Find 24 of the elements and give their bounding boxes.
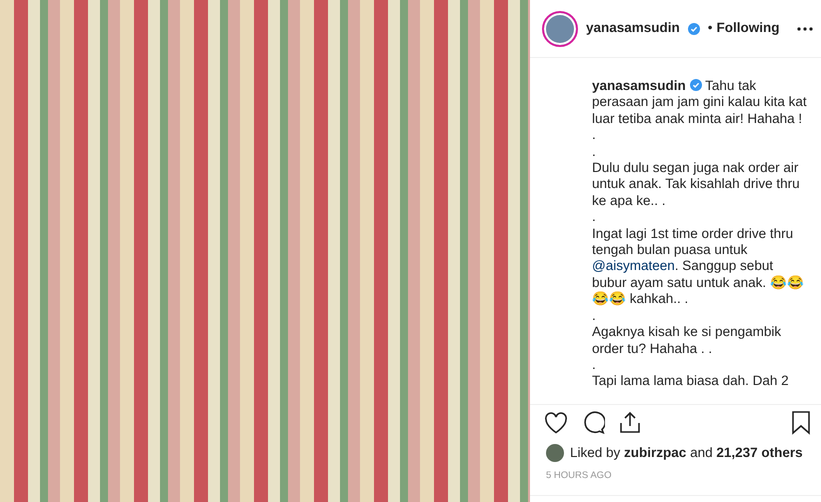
username-link[interactable]: yanasamsudin: [586, 18, 680, 39]
caption-text: Ingat lagi 1st time order drive thru tengah bulan puasa untuk @aisymateen. Sanggup sebut bubur ayam satu untuk anak. 😂😂😂😂 kahkah.. .: [592, 226, 805, 308]
separator-dot: •: [708, 19, 713, 38]
more-options-icon[interactable]: [797, 26, 813, 30]
caption-text: .: [592, 308, 597, 324]
caption-text: .: [592, 209, 597, 226]
share-icon[interactable]: [619, 411, 641, 434]
profile-avatar[interactable]: [542, 10, 578, 46]
mention-link[interactable]: @aisymateen: [592, 258, 675, 274]
caption-text: Tapi lama lama biasa dah. Dah 2: [592, 373, 790, 390]
bookmark-icon[interactable]: [791, 410, 811, 434]
caption-text: Agaknya kisah ke si pengambik order tu? Hahaha . .: [592, 324, 782, 357]
comment-icon[interactable]: [582, 411, 605, 434]
heart-icon[interactable]: [544, 412, 568, 434]
post-time: 5 HOURS AGO: [546, 470, 612, 481]
caption-text: .: [592, 144, 597, 160]
caption-text: .: [592, 356, 597, 374]
caption-text: .: [592, 127, 597, 144]
following-link[interactable]: Following: [716, 18, 780, 39]
liker-avatar[interactable]: [546, 444, 564, 462]
caption-text: Dulu dulu segan juga nak order air untuk anak. Tak kisahlah drive thru ke apa ke.. .: [592, 160, 801, 210]
caption-text: yanasamsudin Tahu tak perasaan jam jam gini kalau kita kat luar tetiba anak minta air! Hahaha !: [592, 78, 807, 128]
username-link[interactable]: yanasamsudin: [592, 78, 686, 93]
likes-text: Liked by zubirzpac and 21,237 others: [570, 444, 803, 462]
